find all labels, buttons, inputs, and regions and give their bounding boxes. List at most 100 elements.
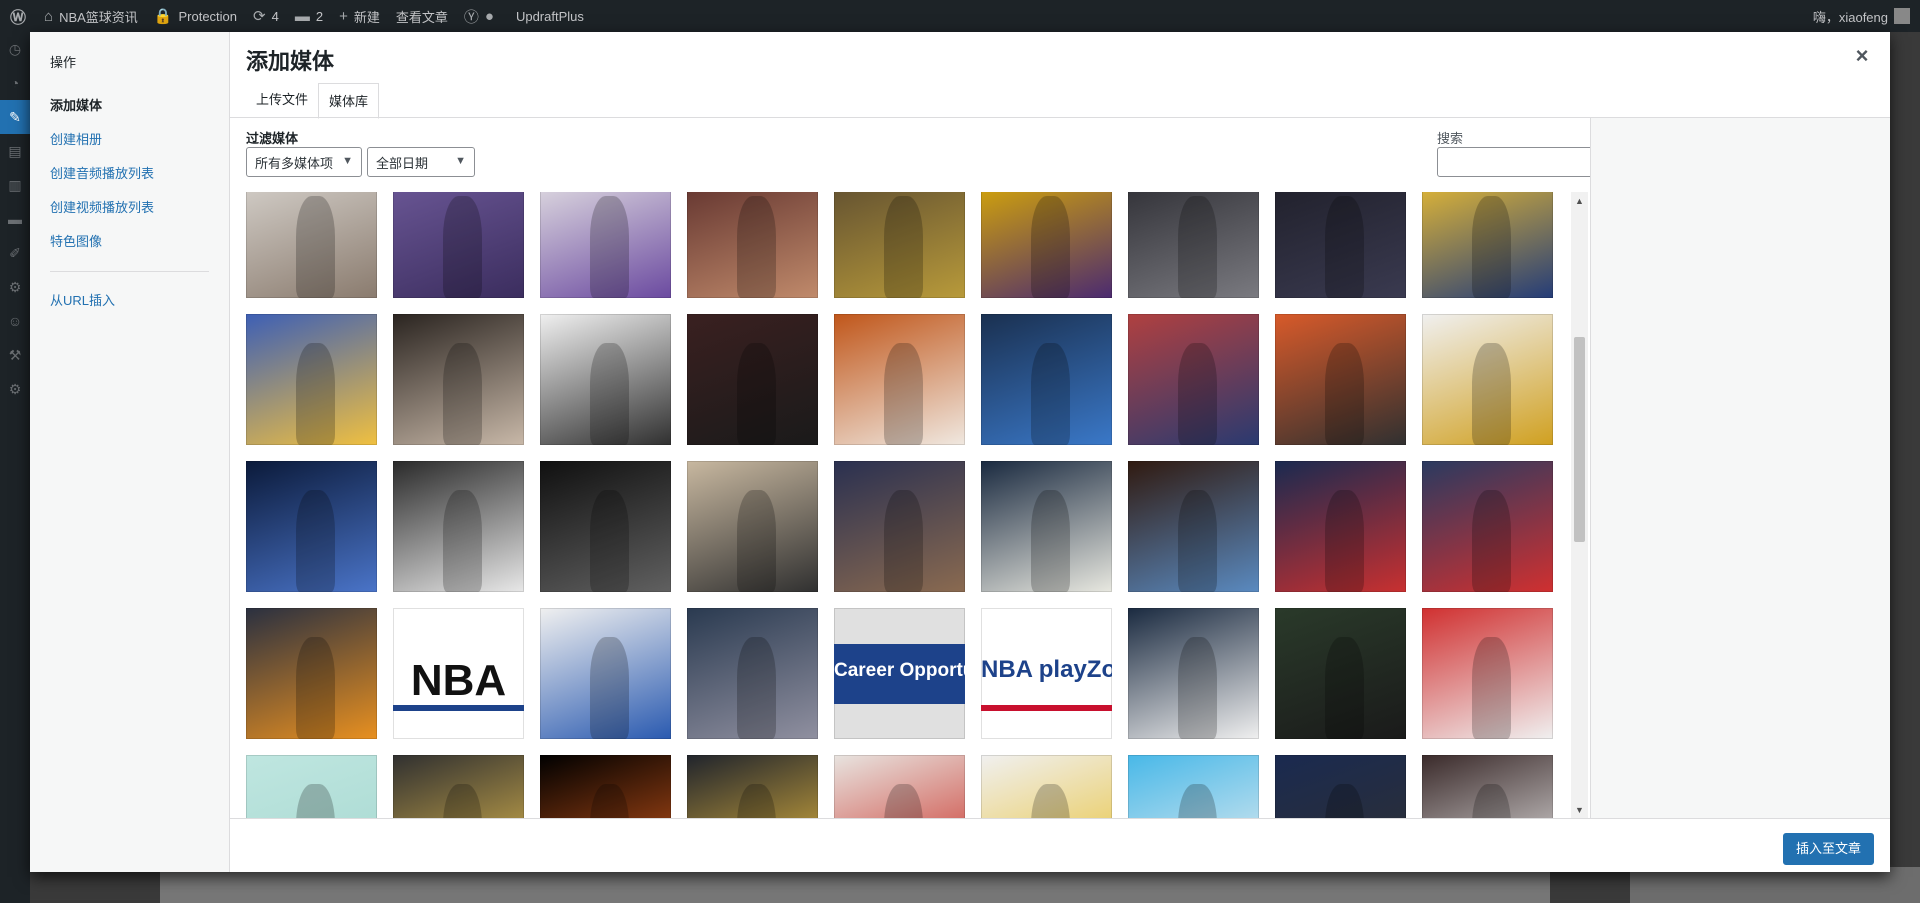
media-attachment[interactable]: [1275, 608, 1406, 739]
plugins-icon[interactable]: ⚙: [0, 270, 30, 304]
scroll-down-icon[interactable]: ▼: [1571, 801, 1588, 818]
settings-icon[interactable]: ⚙: [0, 372, 30, 406]
media-attachment[interactable]: [1128, 755, 1259, 818]
scrollbar-thumb[interactable]: [1574, 337, 1585, 542]
admin-bar: Ⓦ ⌂ NBA篮球资讯 🔒 Protection ⟳ 4 ▬ 2 + 新建 查看文章 Ⓨ ●…: [0, 0, 1920, 32]
protection-link[interactable]: 🔒 Protection: [146, 0, 245, 32]
close-icon[interactable]: ×: [1844, 38, 1880, 74]
media-attachment[interactable]: [1128, 192, 1259, 298]
updates-link[interactable]: ⟳ 4: [245, 0, 287, 32]
menu-item-add-media[interactable]: 添加媒体: [30, 89, 229, 123]
media-attachment[interactable]: [540, 314, 671, 445]
avatar: [1894, 8, 1910, 24]
media-attachment[interactable]: [1128, 314, 1259, 445]
media-attachment[interactable]: [540, 192, 671, 298]
thumbnail-subject: [1177, 636, 1218, 739]
media-attachment[interactable]: NBA: [393, 608, 524, 739]
thumbnail-subject: [1177, 195, 1218, 298]
new-content-link[interactable]: + 新建: [331, 0, 388, 32]
view-post-link[interactable]: 查看文章: [388, 0, 456, 32]
media-attachment[interactable]: [246, 608, 377, 739]
pages-icon[interactable]: ▥: [0, 168, 30, 202]
account-menu[interactable]: 嗨，xiaofeng: [1805, 0, 1920, 32]
media-attachment[interactable]: [687, 608, 818, 739]
thumbnail-subject: [295, 342, 336, 445]
media-attachment[interactable]: [1422, 314, 1553, 445]
menu-item-create-gallery[interactable]: 创建相册: [30, 123, 229, 157]
media-attachment[interactable]: [246, 461, 377, 592]
menu-item-featured-image[interactable]: 特色图像: [30, 225, 229, 259]
media-attachment[interactable]: [981, 192, 1112, 298]
media-attachment[interactable]: [981, 314, 1112, 445]
media-attachment[interactable]: [540, 755, 671, 818]
media-attachment[interactable]: [687, 314, 818, 445]
new-label: 新建: [353, 9, 380, 25]
thumbnail-subject: [442, 195, 483, 298]
menu-item-insert-from-url[interactable]: 从URL插入: [30, 284, 229, 318]
search-input[interactable]: [1437, 147, 1602, 177]
pin-icon[interactable]: ✎: [0, 100, 30, 134]
media-attachment[interactable]: [834, 192, 965, 298]
thumbnail-subject: [1324, 195, 1365, 298]
site-name-link[interactable]: ⌂ NBA篮球资讯: [36, 0, 146, 32]
media-icon[interactable]: ▤: [0, 134, 30, 168]
media-attachment[interactable]: [1275, 314, 1406, 445]
media-attachment[interactable]: [246, 314, 377, 445]
lock-icon: 🔒: [153, 8, 173, 25]
wordpress-logo-icon[interactable]: Ⓦ: [0, 0, 36, 32]
thumbnail-subject: [1324, 342, 1365, 445]
greeting-label: 嗨，xiaofeng: [1812, 9, 1888, 25]
media-attachment[interactable]: [246, 755, 377, 818]
updraft-link[interactable]: UpdraftPlus: [508, 0, 592, 32]
media-attachment[interactable]: [246, 192, 377, 298]
media-attachment[interactable]: [981, 755, 1112, 818]
menu-item-audio-playlist[interactable]: 创建音频播放列表: [30, 157, 229, 191]
thumbnail-subject: [295, 636, 336, 739]
media-attachment[interactable]: [393, 461, 524, 592]
media-type-filter[interactable]: 所有多媒体项 ▼: [246, 147, 362, 177]
tab-upload-files[interactable]: 上传文件: [246, 82, 318, 118]
media-attachment[interactable]: [540, 461, 671, 592]
media-attachment[interactable]: [1128, 608, 1259, 739]
media-attachment[interactable]: [687, 755, 818, 818]
media-attachment[interactable]: [1128, 461, 1259, 592]
media-attachment[interactable]: [393, 755, 524, 818]
media-attachment[interactable]: [981, 461, 1112, 592]
thumbnail-subject: [1471, 489, 1512, 592]
media-attachment[interactable]: [1275, 755, 1406, 818]
appearance-icon[interactable]: ✐: [0, 236, 30, 270]
comments-icon[interactable]: ▬: [0, 202, 30, 236]
media-attachment[interactable]: [687, 461, 818, 592]
media-attachment[interactable]: Career Opportunit: [834, 608, 965, 739]
media-attachment[interactable]: [1422, 608, 1553, 739]
date-filter[interactable]: 全部日期 ▼: [367, 147, 475, 177]
media-attachment[interactable]: [1422, 755, 1553, 818]
yoast-icon[interactable]: Ⓨ ●: [456, 0, 508, 32]
thumbnail-subject: [1324, 636, 1365, 739]
media-attachment[interactable]: [393, 192, 524, 298]
insert-into-post-button[interactable]: 插入至文章: [1782, 833, 1874, 865]
media-attachment[interactable]: [1275, 461, 1406, 592]
media-attachment[interactable]: [540, 608, 671, 739]
media-attachment[interactable]: [393, 314, 524, 445]
media-attachment[interactable]: [834, 314, 965, 445]
media-attachment[interactable]: NBA playZo: [981, 608, 1112, 739]
thumbnail-subject: [1324, 489, 1365, 592]
thumbnail-subject: [1471, 636, 1512, 739]
admin-sidebar: ◷ ◔ ✎ ▤ ▥ ▬ ✐ ⚙ ☺ ⚒ ⚙: [0, 32, 30, 903]
menu-item-video-playlist[interactable]: 创建视频播放列表: [30, 191, 229, 225]
media-attachment[interactable]: [1422, 461, 1553, 592]
media-attachment[interactable]: [687, 192, 818, 298]
attachments-scrollbar[interactable]: ▲ ▼: [1571, 192, 1588, 818]
scroll-up-icon[interactable]: ▲: [1571, 192, 1588, 209]
media-attachment[interactable]: [1275, 192, 1406, 298]
gauge-icon[interactable]: ◔: [0, 66, 30, 100]
media-attachment[interactable]: [834, 461, 965, 592]
media-attachment[interactable]: [1422, 192, 1553, 298]
users-icon[interactable]: ☺: [0, 304, 30, 338]
comments-link[interactable]: ▬ 2: [287, 0, 331, 32]
tab-media-library[interactable]: 媒体库: [318, 83, 380, 119]
tools-icon[interactable]: ⚒: [0, 338, 30, 372]
media-attachment[interactable]: [834, 755, 965, 818]
dashboard-icon[interactable]: ◷: [0, 32, 30, 66]
